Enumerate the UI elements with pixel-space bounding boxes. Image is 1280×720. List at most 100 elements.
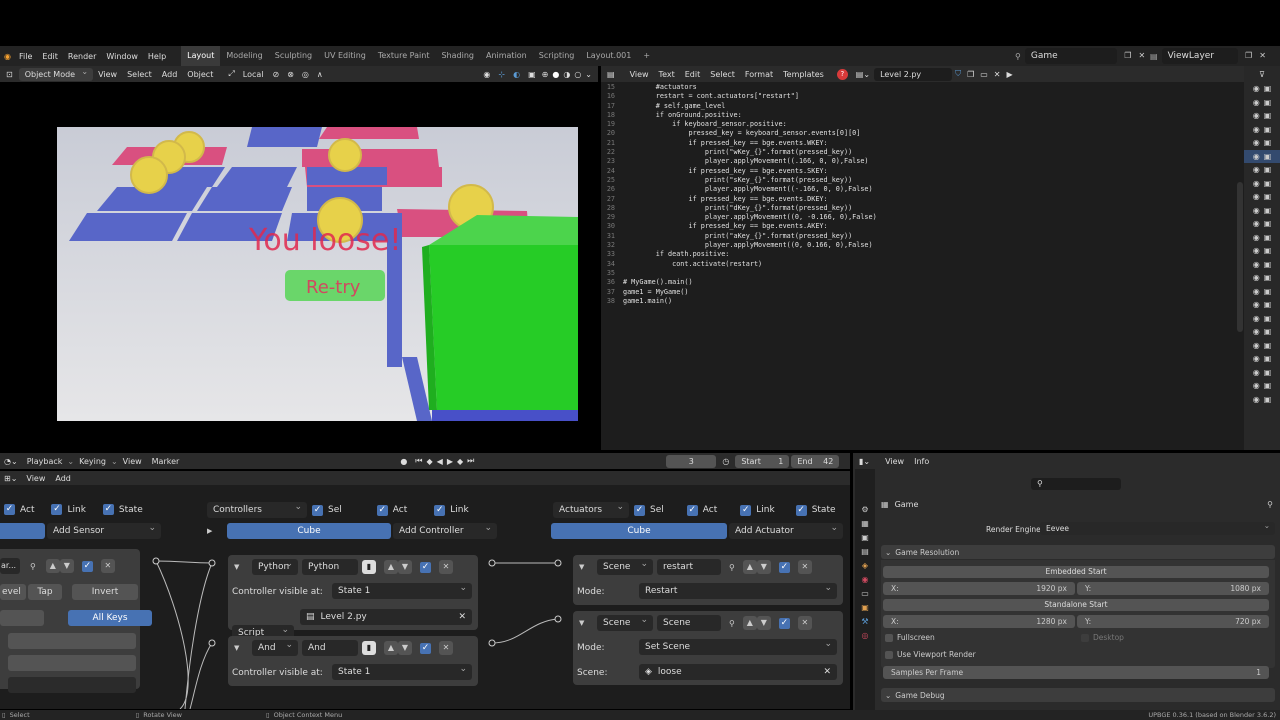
sensor-act-checkbox[interactable]: ✓ — [4, 504, 15, 515]
camera-icon[interactable]: ▣ — [1264, 111, 1272, 120]
output-tab-icon[interactable]: ▣ — [861, 533, 869, 542]
snap-icon[interactable]: ⊗ — [283, 70, 298, 79]
logic-menu-add[interactable]: Add — [50, 474, 76, 483]
restart-active-checkbox[interactable]: ✓ — [778, 561, 790, 573]
ctrl-act-checkbox[interactable]: ✓ — [376, 504, 388, 516]
code-line[interactable]: 25 print("sKey_{}".format(pressed_key)) — [601, 176, 1236, 185]
camera-icon[interactable]: ▣ — [1264, 341, 1272, 350]
add-actuator-dropdown[interactable]: Add Actuator — [729, 520, 843, 539]
camera-icon[interactable]: ▣ — [1264, 192, 1272, 201]
next-keyframe-icon[interactable]: ◆ — [455, 457, 465, 466]
delete-scene-icon[interactable]: ✕ — [1135, 49, 1149, 63]
viewport-menu-view[interactable]: View — [93, 70, 122, 79]
play-reverse-icon[interactable]: ◀ — [435, 457, 445, 466]
material-shading-icon[interactable]: ◑ — [561, 70, 572, 79]
code-line[interactable]: 22 print("wKey_{}".format(pressed_key)) — [601, 148, 1236, 157]
camera-icon[interactable]: ▣ — [1264, 314, 1272, 323]
render-engine-dropdown[interactable]: Eevee — [1040, 519, 1275, 535]
remove-actuator-icon[interactable]: ✕ — [797, 560, 812, 574]
move-down-icon[interactable]: ▼ — [59, 559, 74, 573]
code-scrollbar[interactable] — [1236, 82, 1244, 450]
sensor-state-checkbox[interactable]: ✓ — [102, 504, 114, 515]
scene-active-checkbox[interactable]: ✓ — [778, 617, 790, 629]
camera-icon[interactable]: ▣ — [1264, 165, 1272, 174]
eye-icon[interactable]: ◉ — [1253, 125, 1260, 134]
code-line[interactable]: 21 if pressed_key == bge.events.WKEY: — [601, 139, 1236, 148]
text-menu-templates[interactable]: Templates — [778, 70, 829, 79]
code-line[interactable]: 33 if death.positive: — [601, 250, 1236, 259]
pin-icon[interactable]: ⚲ — [1267, 500, 1273, 509]
text-editor-type-icon[interactable]: ▤ — [601, 70, 625, 79]
pivot-icon[interactable]: ⊘ — [268, 70, 283, 79]
code-line[interactable]: 37 game1 = MyGame() — [601, 288, 1236, 297]
eye-icon[interactable]: ◉ — [1253, 206, 1260, 215]
properties-type-icon[interactable]: ▮⌄ — [853, 457, 880, 466]
text-menu-select[interactable]: Select — [705, 70, 740, 79]
standalone-x-field[interactable]: X: 1280 px — [883, 615, 1075, 628]
game-resolution-panel[interactable]: ⌄ Game Resolution — [881, 545, 1275, 559]
new-viewlayer-icon[interactable]: ❐ — [1242, 49, 1256, 63]
world-tab-icon[interactable]: ◉ — [862, 575, 869, 584]
camera-icon[interactable]: ▣ — [1264, 395, 1272, 404]
text-menu-text[interactable]: Text — [654, 70, 680, 79]
eye-icon[interactable]: ◉ — [1253, 192, 1260, 201]
code-line[interactable]: 26 player.applyMovement((-.166, 0, 0),Fa… — [601, 185, 1236, 194]
editor-type-icon[interactable]: ⊡ — [0, 70, 19, 79]
gizmo-icon[interactable]: ⊹ — [494, 70, 509, 79]
eye-icon[interactable]: ◉ — [1253, 246, 1260, 255]
eye-icon[interactable]: ◉ — [1253, 327, 1260, 336]
invert-toggle[interactable]: Invert — [72, 584, 138, 600]
scene-target-field[interactable]: ◈ loose ✕ — [639, 664, 837, 680]
code-line[interactable]: 15 #actuators — [601, 83, 1236, 92]
visibility-icon[interactable]: ◉ — [479, 70, 494, 79]
properties-search[interactable]: ⚲ — [1031, 478, 1121, 490]
restart-name-field[interactable]: restart — [657, 559, 721, 575]
eye-icon[interactable]: ◉ — [1253, 219, 1260, 228]
solid-shading-icon[interactable]: ● — [550, 70, 561, 79]
eye-icon[interactable]: ◉ — [1253, 287, 1260, 296]
eye-icon[interactable]: ◉ — [1253, 138, 1260, 147]
scene-selector[interactable]: Game — [1024, 48, 1117, 64]
tab-sculpting[interactable]: Sculpting — [269, 46, 318, 66]
filter-icon[interactable]: ⊽ — [1259, 70, 1265, 79]
viewport-menu-select[interactable]: Select — [122, 70, 157, 79]
record-icon[interactable]: ● — [394, 457, 413, 466]
camera-icon[interactable]: ▣ — [1264, 152, 1272, 161]
blender-logo-icon[interactable]: ◉ — [0, 52, 14, 61]
menu-edit[interactable]: Edit — [37, 52, 63, 61]
camera-icon[interactable]: ▣ — [1264, 287, 1272, 296]
remove-sensor-icon[interactable]: ✕ — [100, 559, 115, 573]
logic-type-icon[interactable]: ⊞⌄ — [0, 474, 21, 483]
code-line[interactable]: 20 pressed_key = keyboard_sensor.events[… — [601, 129, 1236, 138]
tab-modeling[interactable]: Modeling — [220, 46, 268, 66]
restart-mode-dropdown[interactable]: Restart — [639, 580, 837, 599]
falloff-icon[interactable]: ∧ — [313, 70, 327, 79]
properties-menu-view[interactable]: View — [880, 457, 909, 466]
play-icon[interactable]: ▶ — [445, 457, 455, 466]
tab-uv-editing[interactable]: UV Editing — [318, 46, 372, 66]
scene-name-field[interactable]: Scene — [657, 615, 721, 631]
fullscreen-checkbox[interactable] — [885, 633, 893, 642]
move-up-icon[interactable]: ▲ — [742, 560, 757, 574]
eye-icon[interactable]: ◉ — [1253, 395, 1260, 404]
viewport-render-checkbox[interactable] — [885, 650, 893, 659]
text-menu-view[interactable]: View — [625, 70, 654, 79]
camera-icon[interactable]: ▣ — [1264, 179, 1272, 188]
code-line[interactable]: 35 — [601, 269, 1236, 278]
code-line[interactable]: 16 restart = cont.actuators["restart"] — [601, 92, 1236, 101]
pin-icon[interactable]: ⚲ — [725, 619, 739, 628]
move-up-icon[interactable]: ▲ — [742, 616, 757, 630]
camera-icon[interactable]: ▣ — [1264, 354, 1272, 363]
add-workspace-button[interactable]: + — [637, 46, 656, 66]
eye-icon[interactable]: ◉ — [1253, 260, 1260, 269]
embedded-x-field[interactable]: X: 1920 px — [883, 582, 1075, 595]
scene-tab-icon[interactable]: ◈ — [862, 561, 868, 570]
code-line[interactable]: 34 cont.activate(restart) — [601, 260, 1236, 269]
text-file-name[interactable]: Level 2.py — [874, 67, 953, 81]
eye-icon[interactable]: ◉ — [1253, 98, 1260, 107]
camera-icon[interactable]: ▣ — [1264, 368, 1272, 377]
expand-icon[interactable]: ▶ — [207, 527, 227, 535]
tab-animation[interactable]: Animation — [480, 46, 533, 66]
move-down-icon[interactable]: ▼ — [756, 616, 771, 630]
open-text-icon[interactable]: ▭ — [977, 70, 991, 79]
